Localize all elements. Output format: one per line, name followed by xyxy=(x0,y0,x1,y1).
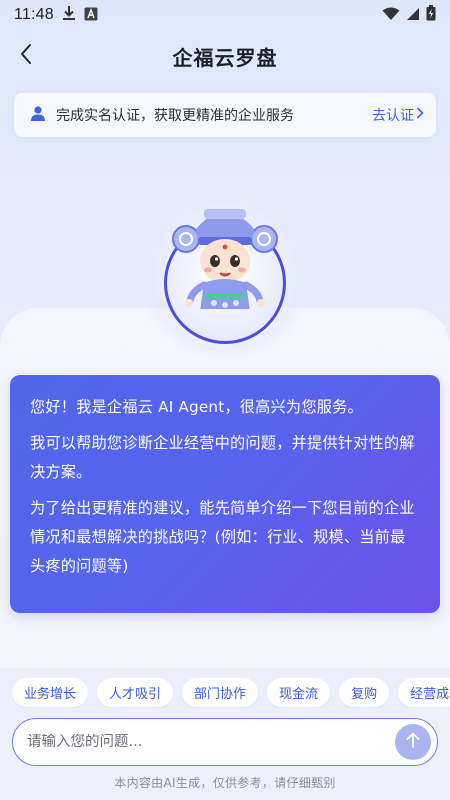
translate-a-icon xyxy=(84,6,98,25)
verify-link[interactable]: 去认证 xyxy=(372,105,424,125)
agent-message-bubble: 您好！我是企福云 AI Agent，很高兴为您服务。 我可以帮助您诊断企业经营中… xyxy=(10,375,440,613)
arrow-up-icon xyxy=(405,731,421,753)
download-icon xyxy=(62,5,76,25)
agent-avatar xyxy=(164,209,286,344)
signal-icon xyxy=(406,6,420,25)
chip-department-collaboration[interactable]: 部门协作 xyxy=(182,678,259,707)
chip-repurchase[interactable]: 复购 xyxy=(339,678,390,707)
wifi-icon xyxy=(382,6,400,25)
chip-talent-attraction[interactable]: 人才吸引 xyxy=(97,678,174,707)
chip-operating-cost[interactable]: 经营成本 xyxy=(398,678,450,707)
status-time: 11:48 xyxy=(14,6,54,23)
question-input-bar xyxy=(12,718,438,766)
send-button[interactable] xyxy=(395,724,431,760)
chip-cash-flow[interactable]: 现金流 xyxy=(267,678,331,707)
verify-link-label: 去认证 xyxy=(372,108,414,124)
mascot-illustration xyxy=(172,209,278,309)
back-button[interactable] xyxy=(12,42,40,70)
question-input[interactable] xyxy=(27,734,395,750)
chevron-right-icon xyxy=(416,107,424,123)
user-icon xyxy=(30,105,46,125)
chevron-left-icon xyxy=(19,43,33,69)
page-title: 企福云罗盘 xyxy=(172,45,278,70)
chip-business-growth[interactable]: 业务增长 xyxy=(12,678,89,707)
message-paragraph: 您好！我是企福云 AI Agent，很高兴为您服务。 xyxy=(30,398,363,416)
verify-banner-text: 完成实名认证，获取更精准的企业服务 xyxy=(56,108,294,124)
quick-topic-chips: 业务增长 人才吸引 部门协作 现金流 复购 经营成本 xyxy=(12,678,450,708)
ai-disclaimer: 本内容由AI生成，仅供参考，请仔细甄别 xyxy=(114,776,336,790)
message-paragraph: 我可以帮助您诊断企业经营中的问题，并提供针对性的解决方案。 xyxy=(30,434,415,481)
battery-icon xyxy=(426,5,436,25)
status-bar: 11:48 xyxy=(0,0,450,30)
nav-bar: 企福云罗盘 xyxy=(0,34,450,78)
message-paragraph: 为了给出更精准的建议，能先简单介绍一下您目前的企业情况和最想解决的挑战吗？(例如… xyxy=(30,499,415,575)
verify-banner[interactable]: 完成实名认证，获取更精准的企业服务 去认证 xyxy=(14,93,436,137)
